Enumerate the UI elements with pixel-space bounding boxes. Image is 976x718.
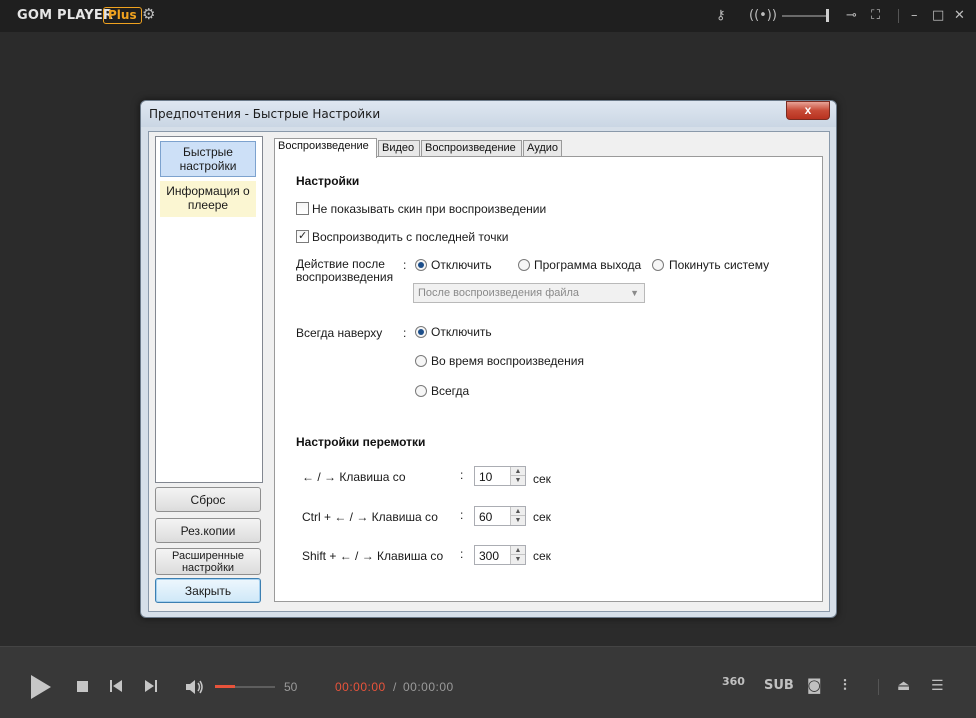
no-skin-checkbox[interactable] [296, 202, 309, 215]
dialog-title: Предпочтения - Быстрые Настройки [149, 107, 381, 121]
app-brand: GOM PLAYER [17, 8, 114, 23]
divider [878, 679, 879, 695]
colon: : [460, 508, 464, 522]
previous-icon[interactable] [109, 679, 123, 693]
colon: : [460, 468, 464, 482]
ctrl-seek-stepper[interactable]: 60 ▲ ▼ [474, 506, 526, 526]
settings-panel: Настройки Не показывать скин при воспрои… [274, 156, 823, 602]
volume-value: 50 [284, 680, 298, 694]
resume-label: Воспроизводить с последней точки [312, 230, 509, 244]
stepper-value: 300 [479, 549, 500, 563]
dialog-titlebar[interactable]: Предпочтения - Быстрые Настройки x [141, 101, 836, 127]
after-play-radio-exit[interactable] [518, 259, 530, 271]
close-icon[interactable]: ✕ [954, 8, 965, 24]
minimize-icon[interactable]: – [911, 8, 918, 24]
pin-icon[interactable]: ⊸ [846, 8, 857, 24]
after-play-radio-shutdown[interactable] [652, 259, 664, 271]
backup-button[interactable]: Рез.копии [155, 518, 261, 543]
preferences-dialog: Предпочтения - Быстрые Настройки x Быстр… [140, 100, 837, 618]
tab-audio[interactable]: Аудио [523, 140, 562, 157]
seek-heading: Настройки перемотки [296, 435, 426, 449]
vr-360-icon[interactable]: 360 [722, 675, 745, 688]
stepper-value: 10 [479, 470, 493, 484]
broadcast-icon[interactable]: ((•)) [749, 8, 777, 24]
close-icon: x [804, 103, 812, 117]
camera-icon[interactable]: ◙ [807, 676, 822, 694]
always-on-top-radio-off[interactable] [415, 326, 427, 338]
top-volume-track[interactable] [782, 15, 826, 17]
stepper-down-icon[interactable]: ▼ [510, 476, 525, 485]
current-time: 00:00:00 [335, 680, 386, 694]
nav-item-quick-settings[interactable]: Быстрые настройки [160, 141, 256, 177]
chevron-down-icon: ▼ [630, 288, 639, 298]
tab-playback-2[interactable]: Воспроизведение [421, 140, 522, 157]
always-on-top-option-playing: Во время воспроизведения [431, 354, 584, 368]
stepper-up-icon[interactable]: ▲ [510, 467, 525, 476]
after-play-radio-off[interactable] [415, 259, 427, 271]
stepper-up-icon[interactable]: ▲ [510, 546, 525, 555]
stepper-down-icon[interactable]: ▼ [510, 516, 525, 525]
volume-slider-fill[interactable] [215, 685, 235, 688]
time-separator: / [393, 680, 397, 694]
after-play-dropdown-value: После воспроизведения файла [418, 287, 580, 299]
key-icon[interactable]: ⚷ [716, 8, 726, 24]
always-on-top-label: Всегда наверху [296, 326, 383, 340]
unit-label: сек [533, 549, 551, 563]
eject-icon[interactable]: ⏏ [897, 678, 910, 694]
dialog-body: Быстрые настройки Информация о плеере Сб… [148, 131, 830, 612]
settings-nav: Быстрые настройки Информация о плеере [155, 136, 263, 483]
seek-row-label: Shift + ← / → Клавиша со [302, 549, 444, 563]
fullscreen-icon[interactable]: ⛶ [871, 8, 880, 24]
maximize-icon[interactable]: □ [932, 8, 944, 24]
settings-heading: Настройки [296, 174, 360, 188]
colon: : [403, 326, 407, 340]
after-play-label: Действие после воспроизведения [296, 257, 394, 284]
stepper-down-icon[interactable]: ▼ [510, 555, 525, 564]
colon: : [403, 258, 407, 272]
unit-label: сек [533, 510, 551, 524]
resume-checkbox[interactable] [296, 229, 309, 243]
seek-row-label: ← / → Клавиша со [302, 470, 406, 484]
plus-badge: Plus [103, 7, 142, 24]
playlist-icon[interactable]: ☰ [931, 678, 944, 694]
dialog-close-button[interactable]: x [786, 101, 830, 120]
top-volume-knob[interactable] [826, 9, 829, 22]
total-time: 00:00:00 [403, 680, 454, 694]
seek-row-label: Ctrl + ← / → Клавиша со [302, 510, 438, 524]
reset-button[interactable]: Сброс [155, 487, 261, 512]
nav-item-player-info[interactable]: Информация о плеере [160, 181, 256, 217]
after-play-dropdown[interactable]: После воспроизведения файла ▼ [413, 283, 645, 303]
no-skin-label: Не показывать скин при воспроизведении [312, 202, 547, 216]
subtitle-icon[interactable]: SUB [764, 678, 794, 693]
gear-icon[interactable]: ⚙ [142, 7, 155, 23]
shift-seek-stepper[interactable]: 300 ▲ ▼ [474, 545, 526, 565]
always-on-top-option-off: Отключить [431, 325, 492, 339]
tab-playback[interactable]: Воспроизведение [274, 138, 377, 158]
stepper-up-icon[interactable]: ▲ [510, 507, 525, 516]
always-on-top-option-always: Всегда [431, 384, 470, 398]
stepper-value: 60 [479, 510, 493, 524]
divider [898, 9, 899, 23]
advanced-settings-button[interactable]: Расширенные настройки [155, 548, 261, 575]
title-bar: GOM PLAYER Plus ⚙ ⚷ ((•)) ⊸ ⛶ – □ ✕ [0, 0, 976, 32]
colon: : [460, 547, 464, 561]
seek-step-stepper[interactable]: 10 ▲ ▼ [474, 466, 526, 486]
after-play-option-off: Отключить [431, 258, 492, 272]
speaker-icon[interactable] [185, 678, 205, 696]
always-on-top-radio-always[interactable] [415, 385, 427, 397]
unit-label: сек [533, 472, 551, 486]
stop-icon[interactable] [77, 681, 88, 692]
next-icon[interactable] [144, 679, 158, 693]
control-bar: 50 00:00:00 / 00:00:00 360 SUB ◙ ⫶ ⏏ ☰ [0, 646, 976, 718]
after-play-option-shutdown: Покинуть систему [669, 258, 770, 272]
equalizer-icon[interactable]: ⫶ [843, 676, 847, 694]
after-play-option-exit: Программа выхода [534, 258, 642, 272]
tab-video[interactable]: Видео [378, 140, 420, 157]
close-button[interactable]: Закрыть [155, 578, 261, 603]
always-on-top-radio-playing[interactable] [415, 355, 427, 367]
play-icon[interactable] [31, 675, 51, 699]
